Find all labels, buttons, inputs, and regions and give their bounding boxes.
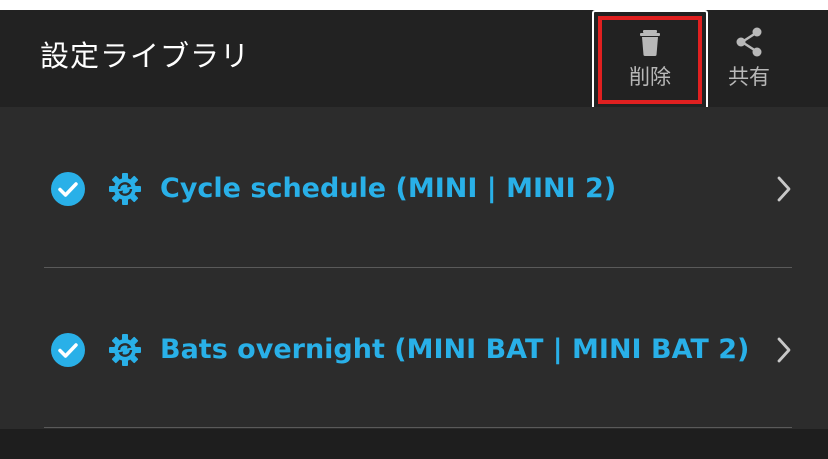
- page-title: 設定ライブラリ: [40, 39, 251, 73]
- trash-icon: [640, 30, 660, 56]
- delete-label: 削除: [629, 65, 671, 89]
- delete-button[interactable]: 削除: [592, 10, 708, 110]
- gear-sync-icon: [109, 173, 141, 205]
- check-circle-icon[interactable]: [50, 171, 86, 207]
- list-item-label: Bats overnight (MINI BAT | MINI BAT 2): [160, 334, 750, 365]
- gear-sync-icon: [109, 334, 141, 366]
- settings-list: Cycle schedule (MINI | MINI 2) Bats over…: [0, 107, 828, 429]
- check-circle-icon[interactable]: [50, 332, 86, 368]
- divider: [44, 427, 792, 428]
- chevron-right-icon: [777, 176, 791, 202]
- share-icon: [736, 27, 762, 57]
- share-button[interactable]: 共有: [712, 10, 786, 98]
- footer-bar: [0, 429, 828, 459]
- settings-library-screen: 設定ライブラリ 削除 共有 Cycle schedule (MINI | MIN…: [0, 0, 828, 459]
- list-item[interactable]: Cycle schedule (MINI | MINI 2): [0, 107, 828, 267]
- chevron-right-icon: [777, 337, 791, 363]
- list-item[interactable]: Bats overnight (MINI BAT | MINI BAT 2): [0, 268, 828, 428]
- delete-button-content: 削除: [594, 12, 706, 108]
- list-item-label: Cycle schedule (MINI | MINI 2): [160, 173, 617, 204]
- share-label: 共有: [728, 65, 770, 89]
- app-header: 設定ライブラリ 削除 共有: [0, 10, 828, 110]
